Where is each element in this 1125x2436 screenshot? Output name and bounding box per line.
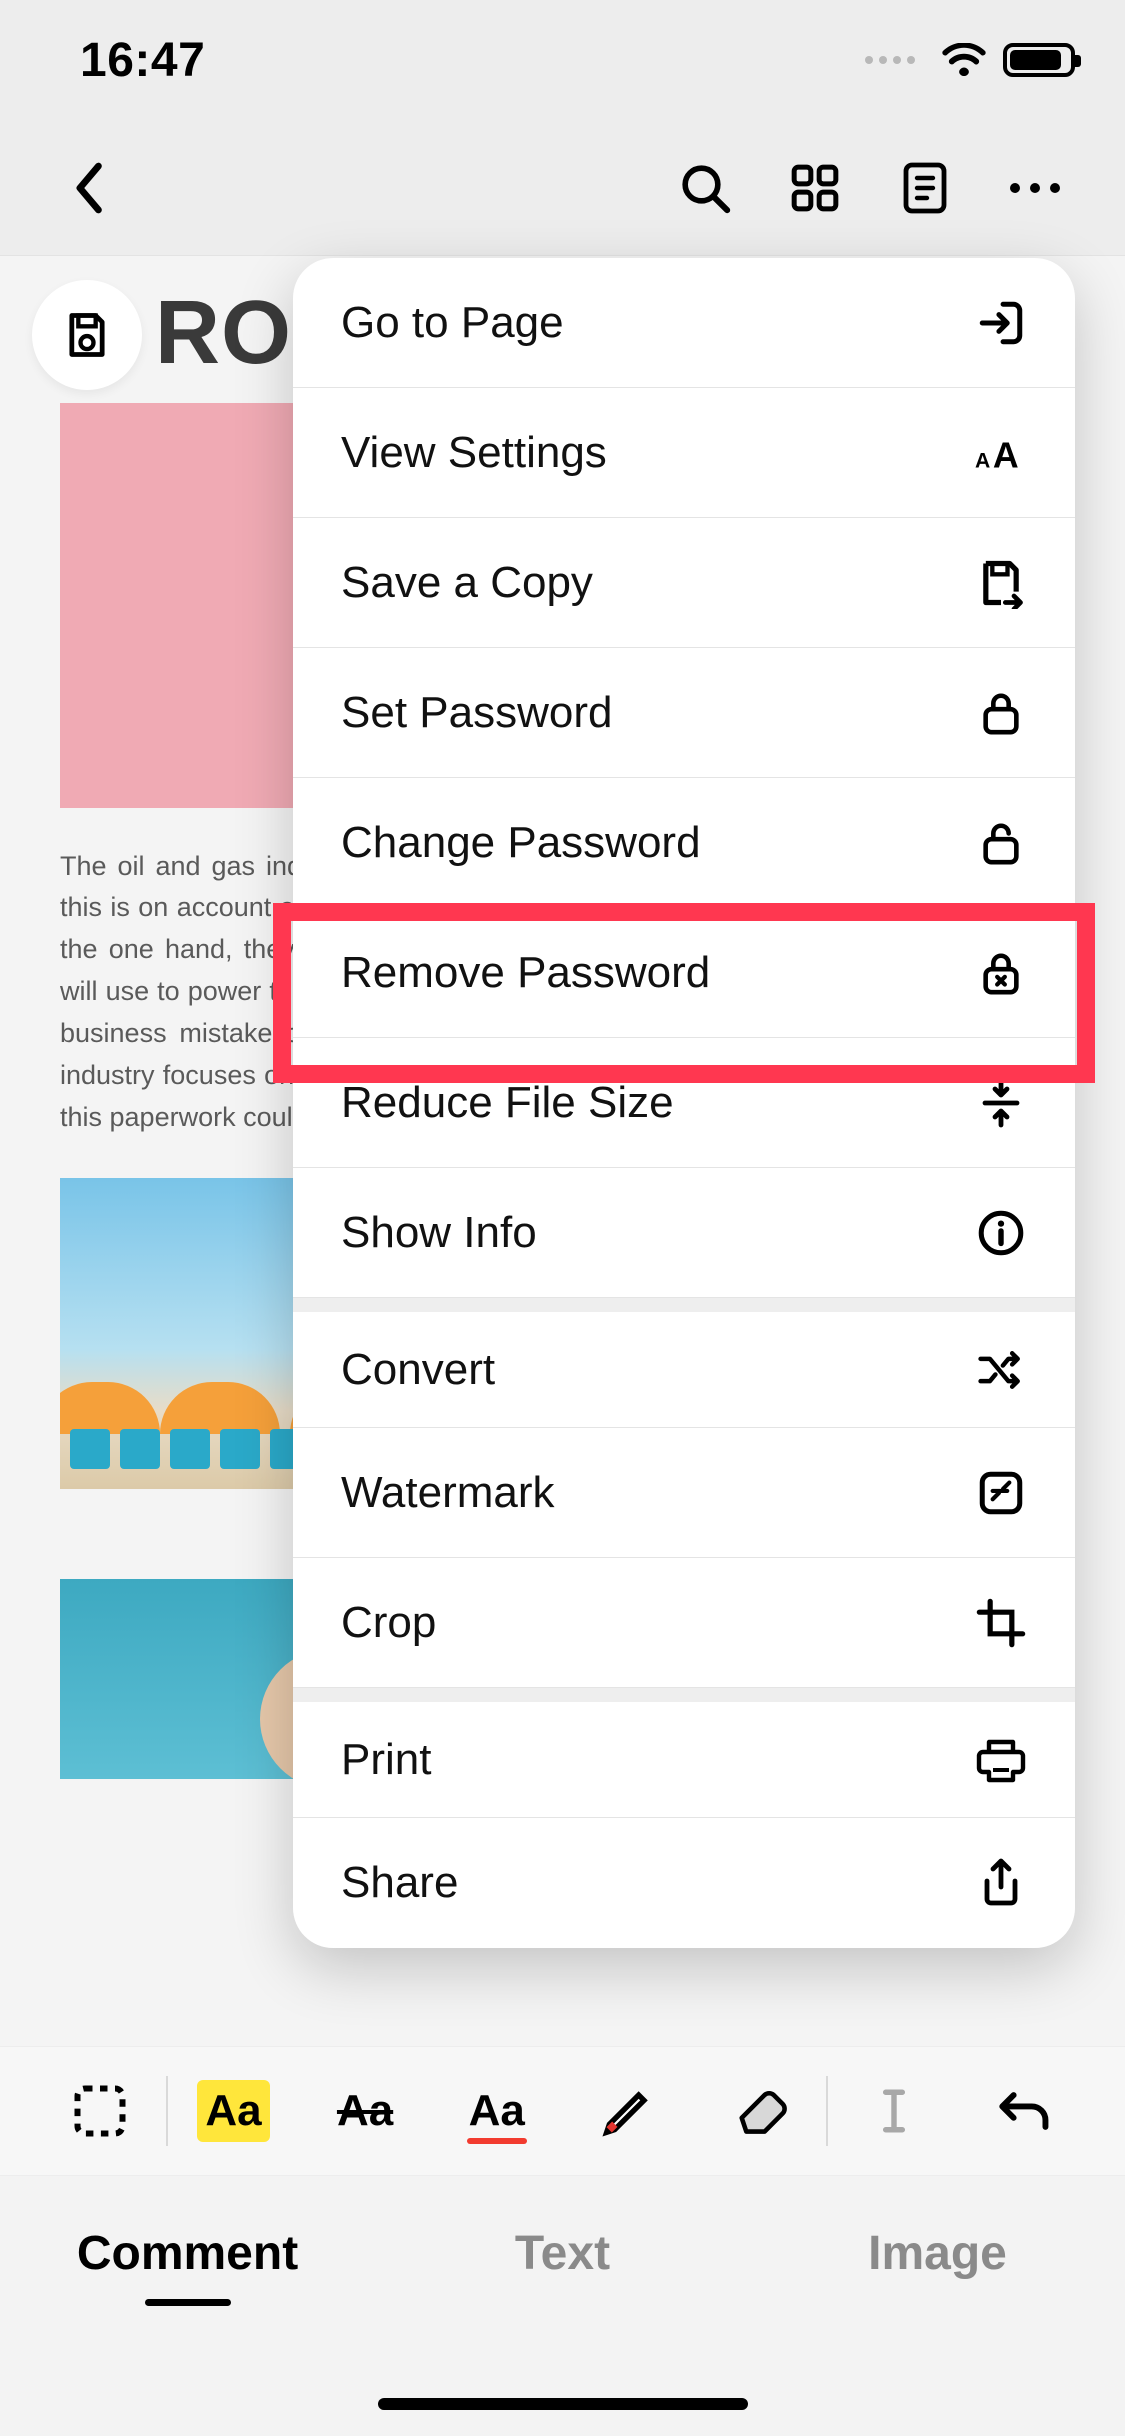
floppy-icon xyxy=(61,309,113,361)
menu-label: Print xyxy=(341,1735,431,1785)
lock-icon xyxy=(975,687,1027,739)
grid-view-button[interactable] xyxy=(785,158,845,218)
share-icon xyxy=(975,1856,1027,1910)
menu-label: Convert xyxy=(341,1345,495,1395)
strike-aa-icon: Aa xyxy=(337,2086,393,2136)
menu-label: Show Info xyxy=(341,1208,537,1258)
compress-icon xyxy=(975,1077,1027,1129)
search-button[interactable] xyxy=(675,158,735,218)
menu-print[interactable]: Print xyxy=(293,1688,1075,1818)
annotation-toolbar: Aa Aa Aa xyxy=(0,2046,1125,2176)
underline-tool[interactable]: Aa xyxy=(431,2086,563,2136)
menu-set-password[interactable]: Set Password xyxy=(293,648,1075,778)
status-right xyxy=(865,43,1075,77)
undo-button[interactable] xyxy=(959,2086,1091,2136)
page-list-button[interactable] xyxy=(895,158,955,218)
menu-watermark[interactable]: Watermark xyxy=(293,1428,1075,1558)
menu-label: Go to Page xyxy=(341,298,564,348)
wifi-icon xyxy=(941,43,987,77)
tab-label: Text xyxy=(515,2227,610,2280)
menu-label: Share xyxy=(341,1858,458,1908)
status-time: 16:47 xyxy=(50,33,205,88)
menu-label: Change Password xyxy=(341,818,701,868)
text-cursor-tool[interactable] xyxy=(828,2083,960,2139)
nav-bar xyxy=(0,120,1125,256)
svg-text:A: A xyxy=(993,435,1019,474)
font-size-icon: AA xyxy=(975,431,1027,475)
floating-save-button[interactable] xyxy=(32,280,142,390)
menu-share[interactable]: Share xyxy=(293,1818,1075,1948)
menu-label: Crop xyxy=(341,1598,436,1648)
menu-label: Save a Copy xyxy=(341,558,593,608)
eraser-icon xyxy=(728,2084,792,2138)
shuffle-icon xyxy=(975,1348,1027,1392)
info-icon xyxy=(975,1208,1027,1258)
save-arrow-icon xyxy=(975,557,1027,609)
svg-text:A: A xyxy=(975,449,990,472)
marker-icon xyxy=(596,2079,660,2143)
menu-save-a-copy[interactable]: Save a Copy xyxy=(293,518,1075,648)
enter-icon xyxy=(975,298,1027,348)
eraser-tool[interactable] xyxy=(694,2084,826,2138)
crop-icon xyxy=(975,1597,1027,1649)
status-bar: 16:47 xyxy=(0,0,1125,120)
menu-reduce-file-size[interactable]: Reduce File Size xyxy=(293,1038,1075,1168)
printer-icon xyxy=(975,1735,1027,1785)
more-menu-button[interactable] xyxy=(1005,158,1065,218)
cellular-dots-icon xyxy=(865,56,915,64)
menu-remove-password[interactable]: Remove Password xyxy=(293,908,1075,1038)
underline-aa-icon: Aa xyxy=(469,2086,525,2136)
menu-go-to-page[interactable]: Go to Page xyxy=(293,258,1075,388)
tab-label: Image xyxy=(868,2227,1007,2280)
menu-change-password[interactable]: Change Password xyxy=(293,778,1075,908)
home-indicator xyxy=(378,2398,748,2410)
lock-x-icon xyxy=(975,947,1027,999)
menu-crop[interactable]: Crop xyxy=(293,1558,1075,1688)
select-area-tool[interactable] xyxy=(34,2081,166,2141)
menu-convert[interactable]: Convert xyxy=(293,1298,1075,1428)
menu-label: Reduce File Size xyxy=(341,1078,674,1128)
highlight-tool[interactable]: Aa xyxy=(168,2080,300,2142)
menu-show-info[interactable]: Show Info xyxy=(293,1168,1075,1298)
text-cursor-icon xyxy=(869,2083,919,2139)
tab-image[interactable]: Image xyxy=(750,2226,1125,2281)
tab-label: Comment xyxy=(77,2227,298,2280)
more-menu-popover: Go to Page View Settings AA Save a Copy … xyxy=(293,258,1075,1948)
highlight-aa-icon: Aa xyxy=(197,2080,269,2142)
back-button[interactable] xyxy=(60,158,120,218)
tab-text[interactable]: Text xyxy=(375,2226,750,2281)
menu-label: Set Password xyxy=(341,688,612,738)
menu-label: View Settings xyxy=(341,428,607,478)
more-icon xyxy=(1010,183,1060,193)
lock-open-icon xyxy=(975,817,1027,869)
menu-label: Remove Password xyxy=(341,948,710,998)
undo-icon xyxy=(995,2086,1055,2136)
bottom-tab-bar: Comment Text Image xyxy=(0,2176,1125,2436)
strikethrough-tool[interactable]: Aa xyxy=(299,2086,431,2136)
marker-tool[interactable] xyxy=(563,2079,695,2143)
battery-icon xyxy=(1003,43,1075,77)
tab-comment[interactable]: Comment xyxy=(0,2226,375,2306)
selection-icon xyxy=(70,2081,130,2141)
menu-view-settings[interactable]: View Settings AA xyxy=(293,388,1075,518)
watermark-icon xyxy=(975,1468,1027,1518)
menu-label: Watermark xyxy=(341,1468,555,1518)
